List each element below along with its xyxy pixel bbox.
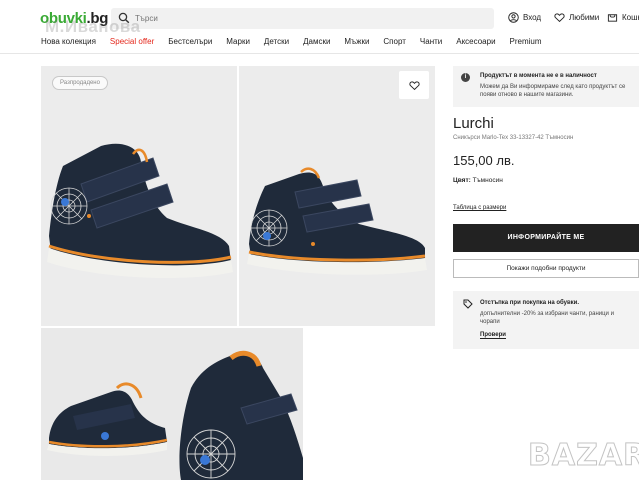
shoe-angled-view [247,167,427,275]
promo-text: допълнителни -20% за избрани чанти, рани… [480,311,614,325]
cart-icon [607,14,618,22]
seller-watermark: М.Иванова [45,17,141,36]
login-label: Вход [523,13,542,22]
main-nav: Нова колекция Special offer Бестселъри М… [41,37,556,46]
favorites-link[interactable]: Любими [554,12,599,23]
notice-title: Продуктът в момента не е в наличност [480,73,597,79]
product-image-3[interactable] [41,328,303,480]
nav-item-men[interactable]: Мъжки [344,37,369,46]
promo-box: Отстъпка при покупка на обувки. допълнит… [453,291,639,349]
bazar-watermark: BAZAR [527,438,639,474]
nav-item-new-collection[interactable]: Нова колекция [41,37,96,46]
product-image-2[interactable] [239,66,435,326]
product-price: 155,00 лв. [453,153,515,168]
notice-text: Можем да Ви информираме след като продук… [480,84,626,98]
nav-item-brands[interactable]: Марки [226,37,250,46]
nav-item-women[interactable]: Дамски [303,37,330,46]
nav-item-sport[interactable]: Спорт [383,37,406,46]
shoe-pair-view [47,350,303,480]
nav-item-special-offer[interactable]: Special offer [110,37,154,46]
heart-icon [554,13,565,23]
nav-item-bags[interactable]: Чанти [420,37,442,46]
login-link[interactable]: Вход [508,12,541,23]
nav-item-kids[interactable]: Детски [264,37,289,46]
promo-title: Отстъпка при покупка на обувки. [480,300,580,306]
page: obuvki.bg Вход Любими Кошн Нова колекция… [0,0,639,480]
cart-link[interactable]: Кошн [607,12,639,23]
favorites-label: Любими [569,13,600,22]
nav-item-premium[interactable]: Premium [510,37,542,46]
product-subtitle: Сникърси Marlo-Tex 33-13327-42 Тъмносин [453,135,574,141]
notify-me-button[interactable]: ИНФОРМИРАЙТЕ МЕ [453,224,639,252]
show-similar-button[interactable]: Покажи подобни продукти [453,259,639,278]
nav-item-bestsellers[interactable]: Бестселъри [168,37,212,46]
out-of-stock-notice: i Продуктът в момента не е в наличност М… [453,66,639,107]
color-value: Тъмносин [472,177,503,184]
product-image-1[interactable]: Разпродадено [41,66,237,326]
product-color: Цвят: Тъмносин [453,177,503,184]
cart-label: Кошн [622,13,639,22]
sold-out-badge: Разпродадено [52,76,108,90]
info-icon: i [461,73,470,82]
user-icon [508,12,519,23]
search-bar[interactable] [111,8,494,29]
price-tag-icon [463,299,473,309]
promo-check-link[interactable]: Провери [480,332,506,339]
add-to-favorites-button[interactable] [399,71,429,99]
search-input[interactable] [135,11,475,26]
shoe-side-view [47,143,233,278]
product-brand[interactable]: Lurchi [453,115,494,132]
size-table-link[interactable]: Таблица с размери [453,205,506,211]
heart-icon [408,80,420,90]
color-label: Цвят: [453,177,471,184]
nav-item-accessories[interactable]: Аксесоари [456,37,495,46]
